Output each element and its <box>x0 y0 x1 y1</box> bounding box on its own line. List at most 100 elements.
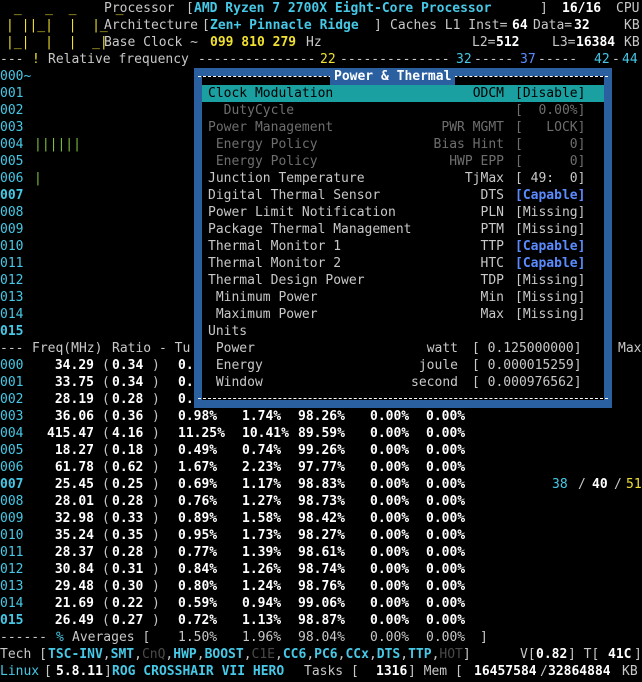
freq-value: 25.45 <box>54 477 94 492</box>
cpu-id: 014 <box>0 596 24 611</box>
c3-value: 98.87% <box>298 613 345 628</box>
scale-mark-22: 22 <box>320 52 336 67</box>
frequency-row: 015 26.49 0.27 0.72% 1.13% 98.87% 0.00% 0.00%() <box>0 613 466 628</box>
l1-inst-value: 64 <box>512 18 528 33</box>
c7-value: 0.00% <box>426 426 466 441</box>
cpu-row-id: 005 <box>0 154 24 169</box>
cpu-id: 008 <box>0 494 24 509</box>
frequency-bar: |||||| <box>34 137 81 152</box>
tech-feature: CC6 <box>282 647 307 662</box>
popup-item[interactable]: Energy joule [ 0.000015259] <box>202 357 604 374</box>
avg-c7: 0.00% <box>426 630 466 645</box>
c6-value: 0.00% <box>370 528 410 543</box>
frequency-row: 014 21.69 0.22 0.59% 0.94% 99.06% 0.00% 0.00%() <box>0 596 466 611</box>
c0-value: 0.72% <box>178 613 218 628</box>
popup-item[interactable]: DutyCycle [ 0.00%] <box>202 102 604 119</box>
popup-item[interactable]: Digital Thermal Sensor DTS [Capable] <box>202 187 604 204</box>
processor-name: AMD Ryzen 7 2700X Eight-Core Processor <box>194 1 492 16</box>
freq-value: 32.98 <box>54 511 94 526</box>
cpu-id: 015 <box>0 613 24 628</box>
popup-item-abbr: TDP <box>480 273 504 288</box>
cpu-row-id: 011 <box>0 256 24 271</box>
popup-item-label: Energy Policy <box>208 137 318 152</box>
cpu-row-id: 007 <box>0 188 24 203</box>
popup-item-abbr: HWP EPP <box>449 154 504 169</box>
info-marker[interactable]: ! <box>32 51 40 68</box>
popup-item[interactable]: Power Management PWR MGMT [ LOCK] <box>202 119 604 136</box>
power-thermal-popup[interactable]: Clock Modulation ODCM [Disable] DutyCycle [… <box>194 68 612 408</box>
popup-bottom-border <box>198 398 608 400</box>
popup-item[interactable]: Units <box>202 323 604 340</box>
c3-value: 99.26% <box>298 443 345 458</box>
mem-used: 16457584 <box>474 664 537 679</box>
c7-value: 0.00% <box>426 562 466 577</box>
popup-item[interactable]: Energy Policy HWP EPP [ 0] <box>202 153 604 170</box>
c1-value: 1.74% <box>242 409 282 424</box>
popup-item[interactable]: Power Limit Notification PLN [Missing] <box>202 204 604 221</box>
tech-feature: BOOST <box>204 647 244 662</box>
popup-item[interactable]: Energy Policy Bias Hint [ 0] <box>202 136 604 153</box>
c1-value: 1.13% <box>242 613 282 628</box>
popup-item-value: [Capable] <box>515 188 586 203</box>
c6-value: 0.00% <box>370 460 410 475</box>
popup-item[interactable]: Thermal Design Power TDP [Missing] <box>202 272 604 289</box>
popup-item[interactable]: Thermal Monitor 2 HTC [Capable] <box>202 255 604 272</box>
c0-value: 0.95% <box>178 528 218 543</box>
tech-feature: CCx <box>345 647 369 662</box>
freq-value: 35.24 <box>54 528 94 543</box>
freq-value: 28.19 <box>54 392 94 407</box>
l3-value: 16384 <box>576 35 616 50</box>
cpu-row-id: 013 <box>0 290 24 305</box>
tech-feature: SMT <box>110 647 135 662</box>
c1-value: 10.41% <box>242 426 289 441</box>
cpu-row-id: 003 <box>0 120 24 135</box>
popup-item-value: [Disable] <box>515 86 586 101</box>
scale-mark-42: 42 <box>594 52 610 67</box>
c7-value: 0.00% <box>426 596 466 611</box>
popup-item[interactable]: Package Thermal Management PTM [Missing] <box>202 221 604 238</box>
freq-value: 36.06 <box>54 409 94 424</box>
cpu-id: 013 <box>0 579 24 594</box>
c1-value: 1.39% <box>242 545 282 560</box>
temperature-value: 40 <box>592 477 608 492</box>
popup-item[interactable]: Minimum Power Min [Missing] <box>202 289 604 306</box>
ratio-value: 0.18 <box>112 443 144 458</box>
c0-value: 0.80% <box>178 579 218 594</box>
board-name: ROG CROSSHAIR VII HERO <box>112 664 285 679</box>
header-clock-line: |_| | | _| Base Clock ~ 099 810 279 Hz L… <box>0 34 642 51</box>
frequency-row: 005 18.27 0.18 0.49% 0.74% 99.26% 0.00% 0.00%() <box>0 443 466 458</box>
c6-value: 0.00% <box>370 613 410 628</box>
ratio-value: 0.31 <box>112 562 144 577</box>
popup-item-abbr: watt <box>426 341 458 356</box>
mem-total: 32864884 <box>548 664 611 679</box>
percent-toggle[interactable]: % <box>56 629 64 646</box>
popup-item-label: Clock Modulation <box>208 86 334 101</box>
tech-feature: DTS <box>376 647 401 662</box>
popup-item[interactable]: Maximum Power Max [Missing] <box>202 306 604 323</box>
popup-item[interactable]: Junction Temperature TjMax [ 49: 0] <box>202 170 604 187</box>
hz-label: Hz <box>306 35 322 50</box>
logo-art-2: | ||_| | |_ <box>6 18 108 33</box>
popup-item-label: Thermal Monitor 2 <box>208 256 342 271</box>
ratio-value: 0.30 <box>112 579 144 594</box>
popup-item-value: [ 49: 0] <box>515 171 586 186</box>
freq-column-header: Freq(MHz) <box>32 341 103 356</box>
c0-value: 11.25% <box>178 426 225 441</box>
popup-item[interactable]: Window second [ 0.000976562] <box>202 374 604 391</box>
popup-item[interactable]: Clock Modulation ODCM [Disable] <box>202 85 604 102</box>
tech-feature: HOT <box>439 647 463 662</box>
popup-item[interactable]: Thermal Monitor 1 TTP [Capable] <box>202 238 604 255</box>
l1-data-value: 32 <box>574 18 590 33</box>
frequency-row: 006 61.78 0.62 1.67% 2.23% 97.77% 0.00% 0.00%() <box>0 460 466 475</box>
popup-item-value: [Missing] <box>515 273 586 288</box>
scale-mark-37: 37 <box>520 52 536 67</box>
popup-item-value: [Missing] <box>515 307 586 322</box>
popup-item[interactable]: Power watt [ 0.125000000] <box>202 340 604 357</box>
cpu-id: 010 <box>0 528 24 543</box>
frequency-bar: | <box>34 171 42 186</box>
freq-value: 28.37 <box>54 545 94 560</box>
scale-mark-44: 44 <box>622 52 638 67</box>
popup-item-abbr: ODCM <box>472 86 504 101</box>
kernel-version: 5.8.11 <box>56 664 103 679</box>
tech-feature: CnQ <box>141 647 166 662</box>
